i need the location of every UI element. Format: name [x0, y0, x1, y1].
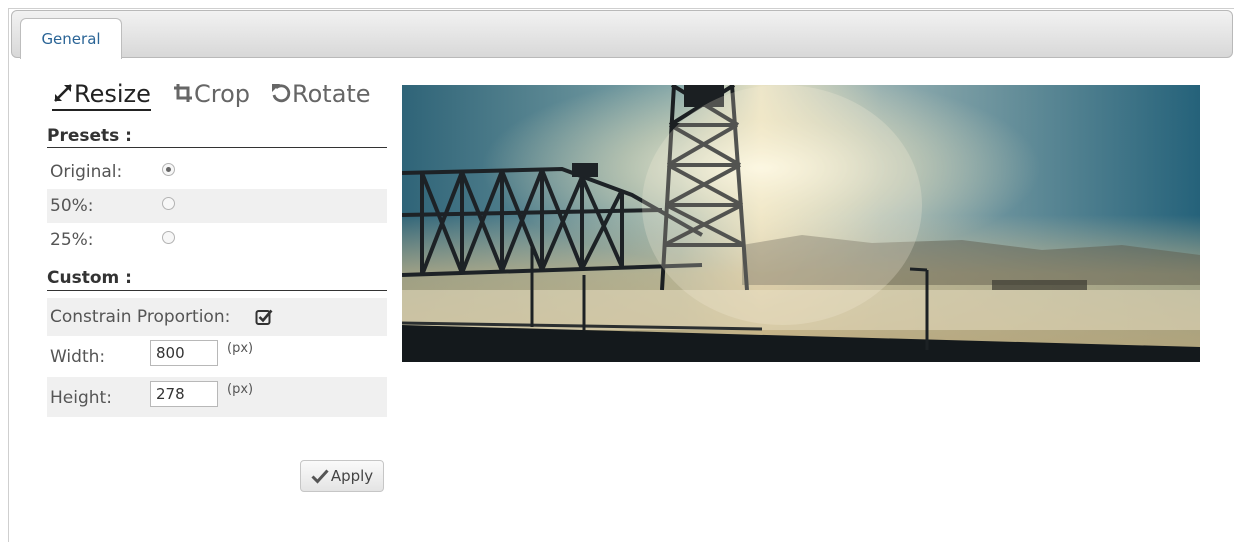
width-row: Width: (px): [47, 336, 387, 376]
apply-label: Apply: [330, 467, 374, 485]
crop-tool-tab[interactable]: Crop: [172, 80, 250, 108]
preset-50-radio[interactable]: [162, 197, 175, 210]
constrain-label: Constrain Proportion:: [50, 307, 231, 327]
constrain-row: Constrain Proportion:: [47, 298, 387, 336]
resize-tool-tab[interactable]: Resize: [52, 80, 151, 111]
height-unit: (px): [227, 382, 254, 397]
preset-original-radio[interactable]: [162, 163, 175, 176]
preset-50-row: 50%:: [47, 189, 387, 223]
preset-50-label: 50%:: [50, 196, 94, 216]
preset-original-label: Original:: [50, 162, 123, 182]
tab-general[interactable]: General: [20, 18, 122, 59]
custom-title: Custom :: [47, 268, 387, 291]
preset-original-row: Original:: [47, 155, 387, 189]
height-label: Height:: [50, 388, 112, 408]
width-input[interactable]: [150, 340, 218, 366]
checkmark-icon: [311, 469, 329, 484]
apply-button[interactable]: Apply: [300, 460, 384, 492]
width-label: Width:: [50, 347, 106, 367]
preset-25-radio[interactable]: [162, 231, 175, 244]
preset-25-label: 25%:: [50, 230, 94, 250]
constrain-checkbox-icon[interactable]: [255, 308, 273, 326]
crop-label: Crop: [194, 80, 251, 108]
image-preview: [402, 85, 1200, 362]
rotate-tool-tab[interactable]: Rotate: [270, 80, 371, 108]
crop-icon: [174, 84, 192, 102]
tab-bar: [11, 10, 1233, 58]
rotate-icon: [272, 84, 291, 103]
rotate-label: Rotate: [292, 80, 371, 108]
bridge-photo: [402, 85, 1200, 362]
presets-title: Presets :: [47, 126, 387, 148]
preset-25-row: 25%:: [47, 223, 387, 257]
height-input[interactable]: [150, 381, 218, 407]
height-row: Height: (px): [47, 377, 387, 417]
width-unit: (px): [227, 341, 254, 356]
resize-icon: [54, 84, 72, 102]
resize-label: Resize: [74, 80, 151, 108]
